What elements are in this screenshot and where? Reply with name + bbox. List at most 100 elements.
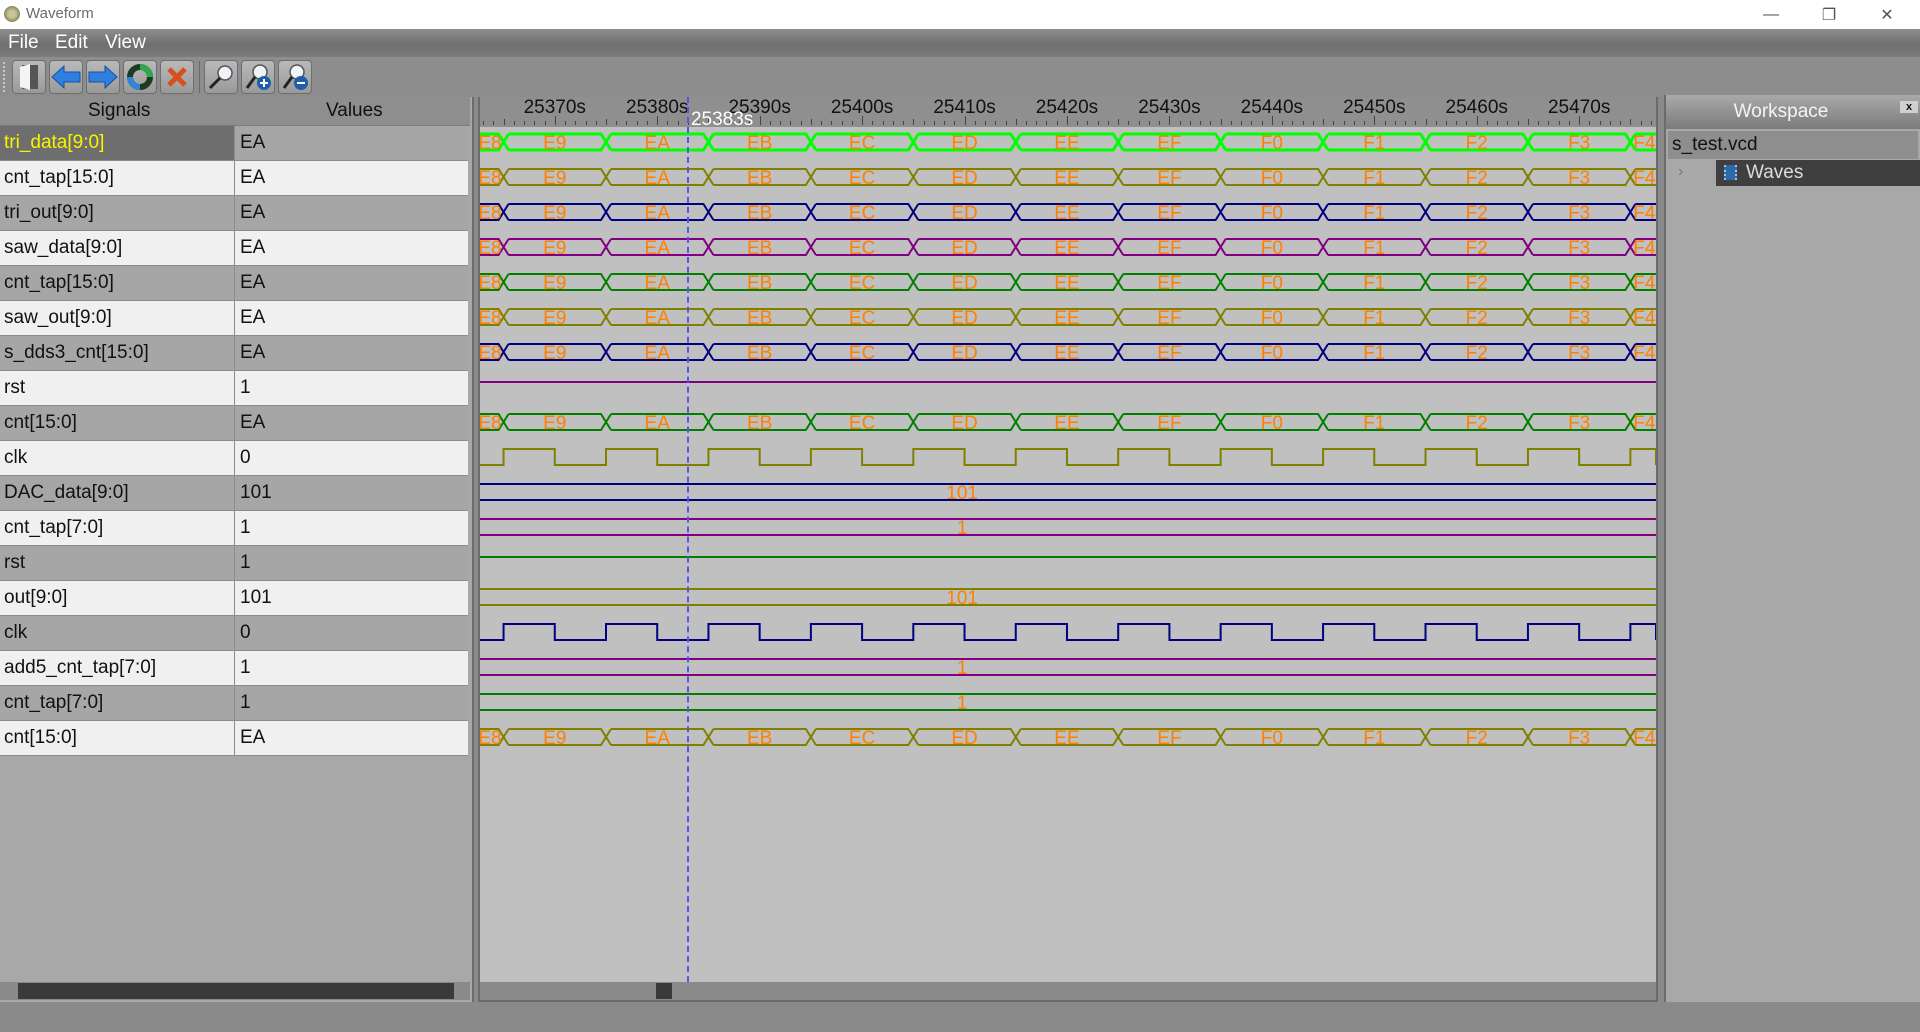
trace-bus[interactable]: E8 E9 EA EB EC ED EE EF F0 F1 F2 F3 F4 xyxy=(480,132,1656,154)
signal-row[interactable]: saw_out[9:0] EA xyxy=(0,301,468,336)
signals-scroll-thumb[interactable] xyxy=(18,983,454,999)
forward-button[interactable] xyxy=(86,60,120,94)
trace-bus[interactable]: E8 E9 EA EB EC ED EE EF F0 F1 F2 F3 F4 xyxy=(480,238,1656,259)
waveform-scroll-thumb[interactable] xyxy=(656,983,673,999)
signal-row[interactable]: DAC_data[9:0] 101 xyxy=(0,476,468,511)
ruler-minor-tick xyxy=(534,121,536,125)
signal-row[interactable]: saw_data[9:0] EA xyxy=(0,231,468,266)
ruler-minor-tick xyxy=(677,121,679,125)
signal-row[interactable]: rst 1 xyxy=(0,546,468,581)
menu-view[interactable]: View xyxy=(105,32,146,54)
trace-const[interactable]: 1 xyxy=(480,518,1656,539)
ruler-tick-label: 25470s xyxy=(1547,97,1611,118)
bus-value-label: EC xyxy=(849,308,875,329)
ruler-minor-tick xyxy=(851,121,853,125)
waveform-horizontal-scrollbar[interactable] xyxy=(480,982,1656,1000)
ruler-minor-tick xyxy=(1179,121,1181,125)
menu-file[interactable]: File xyxy=(8,32,39,54)
signals-column-header[interactable]: Signals xyxy=(88,100,150,122)
bus-value-label: E8 xyxy=(480,273,502,294)
signal-value: EA xyxy=(234,161,265,195)
values-column-header[interactable]: Values xyxy=(326,100,383,122)
bus-value-label: EC xyxy=(849,273,875,294)
trace-bus[interactable]: E8 E9 EA EB EC ED EE EF F0 F1 F2 F3 F4 xyxy=(480,728,1656,749)
signal-row[interactable]: clk 0 xyxy=(0,441,468,476)
trace-bus[interactable]: E8 E9 EA EB EC ED EE EF F0 F1 F2 F3 F4 xyxy=(480,273,1656,294)
minimize-button[interactable]: — xyxy=(1742,0,1800,29)
signal-name: tri_out[9:0] xyxy=(4,202,94,223)
workspace-close-button[interactable]: x xyxy=(1900,101,1918,113)
const-value-label: 101 xyxy=(946,483,978,504)
menu-edit[interactable]: Edit xyxy=(55,32,88,54)
ruler-tick-label: 25370s xyxy=(523,97,586,118)
trace-bus[interactable]: E8 E9 EA EB EC ED EE EF F0 F1 F2 F3 F4 xyxy=(480,413,1656,434)
ruler-minor-tick xyxy=(954,121,956,125)
bus-value-label: EA xyxy=(645,203,671,224)
bus-value-label: F3 xyxy=(1568,308,1590,329)
ruler-tick-label: 25380s xyxy=(626,97,689,118)
ruler-minor-tick xyxy=(1148,121,1150,125)
ruler-minor-tick xyxy=(636,121,638,125)
close-window-button[interactable]: ✕ xyxy=(1858,0,1916,29)
trace-bus[interactable]: E8 E9 EA EB EC ED EE EF F0 F1 F2 F3 F4 xyxy=(480,168,1656,189)
ruler-minor-tick xyxy=(1527,119,1529,125)
ruler-minor-tick xyxy=(1128,121,1130,125)
open-button[interactable] xyxy=(12,60,46,94)
signal-row[interactable]: tri_data[9:0] EA xyxy=(0,126,468,161)
zoom-in-button[interactable] xyxy=(241,60,275,94)
trace-bus[interactable]: E8 E9 EA EB EC ED EE EF F0 F1 F2 F3 F4 xyxy=(480,308,1656,329)
zoom-fit-button[interactable] xyxy=(204,60,238,94)
ruler-minor-tick xyxy=(1548,121,1550,125)
trace-clock[interactable] xyxy=(480,448,1656,466)
time-cursor[interactable] xyxy=(686,97,689,982)
signal-row[interactable]: cnt_tap[15:0] EA xyxy=(0,266,468,301)
ruler-minor-tick xyxy=(1425,119,1427,125)
signals-horizontal-scrollbar[interactable] xyxy=(0,982,470,1000)
trace-bus[interactable]: E8 E9 EA EB EC ED EE EF F0 F1 F2 F3 F4 xyxy=(480,203,1656,224)
signal-value: EA xyxy=(234,721,265,755)
ruler-minor-tick xyxy=(595,121,597,125)
trace-clock[interactable] xyxy=(480,623,1656,641)
bus-value-label: F4 xyxy=(1633,308,1656,329)
workspace-tree-node-waves[interactable]: Waves xyxy=(1716,160,1920,186)
signal-row[interactable]: out[9:0] 101 xyxy=(0,581,468,616)
time-ruler[interactable]: 25370s 25380s 25390s 25400s 25410s 25420s 2543… xyxy=(480,97,1656,127)
refresh-button[interactable] xyxy=(123,60,157,94)
trace-bus[interactable]: E8 E9 EA EB EC ED EE EF F0 F1 F2 F3 F4 xyxy=(480,343,1656,364)
signal-row[interactable]: cnt_tap[15:0] EA xyxy=(0,161,468,196)
zoom-out-button[interactable] xyxy=(278,60,312,94)
signal-row[interactable]: add5_cnt_tap[7:0] 1 xyxy=(0,651,468,686)
toolbar-grip[interactable] xyxy=(3,62,8,92)
bus-value-label: EA xyxy=(645,273,671,294)
signal-row[interactable]: cnt[15:0] EA xyxy=(0,406,468,441)
signal-row[interactable]: cnt_tap[7:0] 1 xyxy=(0,511,468,546)
bus-value-label: EB xyxy=(747,133,772,154)
ruler-minor-tick xyxy=(1405,121,1407,125)
chevron-right-icon[interactable]: › xyxy=(1678,163,1683,181)
signal-row[interactable]: tri_out[9:0] EA xyxy=(0,196,468,231)
signal-row[interactable]: cnt[15:0] EA xyxy=(0,721,468,756)
delete-button[interactable] xyxy=(160,60,194,94)
bus-value-label: F1 xyxy=(1363,133,1385,154)
back-button[interactable] xyxy=(49,60,83,94)
waveform-canvas[interactable]: E8 E9 EA EB EC ED EE EF F0 F1 F2 F3 F4 E8 E9 EA EB EC ED EE… xyxy=(480,127,1656,982)
workspace-file-item[interactable]: s_test.vcd xyxy=(1668,131,1918,159)
signal-row[interactable]: s_dds3_cnt[15:0] EA xyxy=(0,336,468,371)
signal-row[interactable]: clk 0 xyxy=(0,616,468,651)
signal-row[interactable]: rst 1 xyxy=(0,371,468,406)
trace-const[interactable]: 101 xyxy=(480,588,1656,609)
bus-value-label: ED xyxy=(951,273,977,294)
ruler-minor-tick xyxy=(1466,121,1468,125)
signal-value: 1 xyxy=(234,546,251,580)
bus-value-label: EC xyxy=(849,203,875,224)
trace-const[interactable]: 1 xyxy=(480,658,1656,679)
trace-const[interactable]: 101 xyxy=(480,483,1656,504)
bus-value-label: EF xyxy=(1157,308,1181,329)
ruler-tick-label: 25410s xyxy=(933,97,996,118)
bus-value-label: F2 xyxy=(1466,133,1488,154)
maximize-button[interactable]: ❐ xyxy=(1800,0,1858,29)
bus-value-label: F1 xyxy=(1363,413,1385,434)
bus-value-label: F0 xyxy=(1261,413,1283,434)
trace-const[interactable]: 1 xyxy=(480,693,1656,714)
signal-row[interactable]: cnt_tap[7:0] 1 xyxy=(0,686,468,721)
